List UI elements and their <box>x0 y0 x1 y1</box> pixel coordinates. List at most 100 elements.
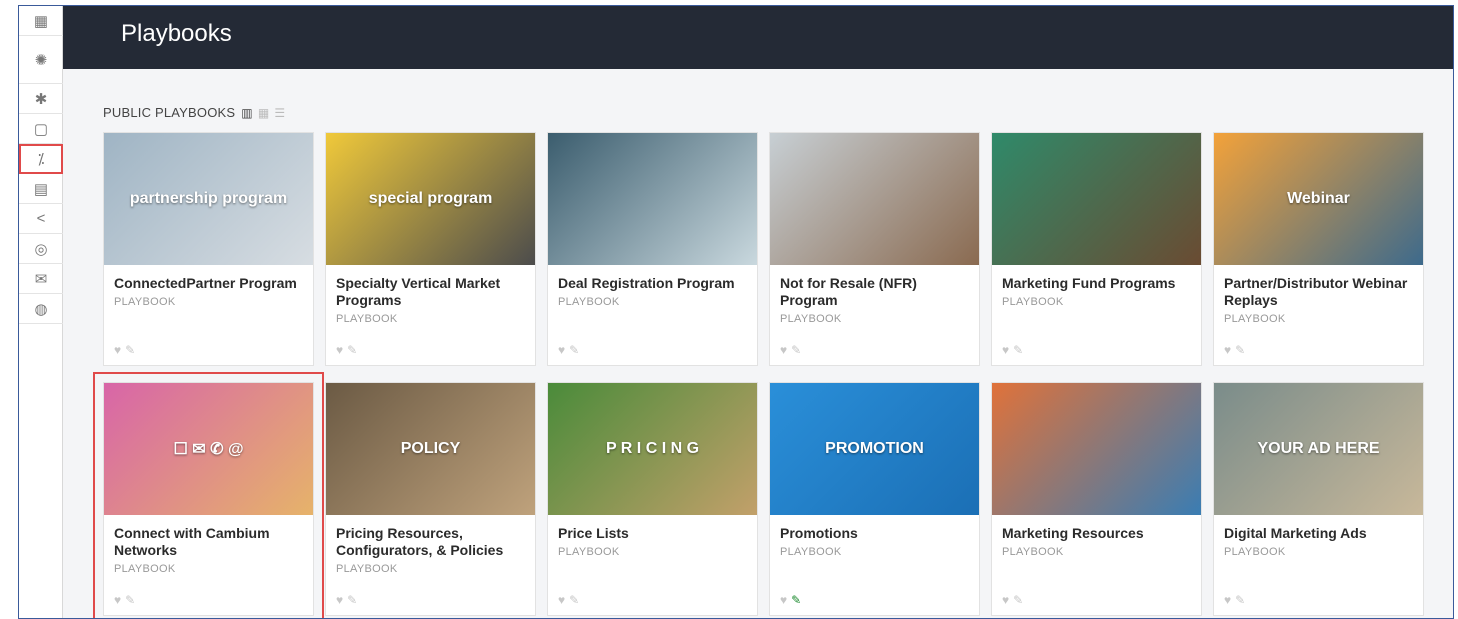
favorite-icon[interactable]: ♥ <box>1224 343 1231 357</box>
sidebar: ▦ ✺ ✱ ▢ ⁒ ▤ < ◎ ✉ ◍ <box>19 6 63 618</box>
sidebar-item-handshake[interactable]: ◎ <box>19 234 63 264</box>
playbook-title[interactable]: Marketing Fund Programs <box>1002 275 1175 291</box>
pin-icon[interactable]: ✎ <box>791 343 801 357</box>
sidebar-item-playbook[interactable]: ⁒ <box>19 144 63 174</box>
favorite-icon[interactable]: ♥ <box>336 343 343 357</box>
pin-icon[interactable]: ✎ <box>569 593 579 607</box>
playbook-card[interactable]: Not for Resale (NFR) Program PLAYBOOK ♥ ✎ <box>769 132 980 366</box>
playbook-card[interactable]: YOUR AD HERE Digital Marketing Ads PLAYBOO… <box>1213 382 1424 616</box>
playbook-title-block: Promotions PLAYBOOK <box>780 525 971 561</box>
playbook-type-label: PLAYBOOK <box>1002 546 1064 558</box>
playbook-title[interactable]: Deal Registration Program <box>558 275 735 291</box>
playbook-type-label: PLAYBOOK <box>780 546 842 558</box>
playbook-card[interactable]: Marketing Resources PLAYBOOK ♥ ✎ <box>991 382 1202 616</box>
playbook-title[interactable]: Price Lists <box>558 525 629 541</box>
playbook-card[interactable]: P R I C I N G Price Lists PLAYBOOK ♥ ✎ <box>547 382 758 616</box>
playbook-title[interactable]: Digital Marketing Ads <box>1224 525 1367 541</box>
card-actions: ♥ ✎ <box>1224 593 1245 607</box>
sidebar-item-chat[interactable]: ▢ <box>19 114 63 144</box>
playbook-title[interactable]: Not for Resale (NFR) Program <box>780 275 917 308</box>
calendar-icon: ▤ <box>33 180 49 198</box>
playbook-title[interactable]: Pricing Resources, Configurators, & Poli… <box>336 525 503 558</box>
playbook-thumbnail: ☐ ✉ ✆ @ <box>104 383 313 515</box>
playbook-type-label: PLAYBOOK <box>1002 296 1064 308</box>
playbook-grid: partnership program ConnectedPartner Prog… <box>93 132 1424 618</box>
favorite-icon[interactable]: ♥ <box>558 343 565 357</box>
pin-icon[interactable]: ✎ <box>791 593 801 607</box>
playbook-type-label: PLAYBOOK <box>336 313 398 325</box>
grid-view-icon[interactable]: ▦ <box>258 106 270 120</box>
playbook-card[interactable]: Deal Registration Program PLAYBOOK ♥ ✎ <box>547 132 758 366</box>
thumbnail-caption: Webinar <box>1287 190 1350 207</box>
playbook-title[interactable]: Promotions <box>780 525 858 541</box>
pin-icon[interactable]: ✎ <box>1013 343 1023 357</box>
sidebar-item-dashboard[interactable]: ▦ <box>19 6 63 36</box>
playbook-title-block: Marketing Fund Programs PLAYBOOK <box>1002 275 1193 311</box>
favorite-icon[interactable]: ♥ <box>780 593 787 607</box>
playbook-card[interactable]: special program Specialty Vertical Market… <box>325 132 536 366</box>
thumbnail-caption: YOUR AD HERE <box>1257 440 1380 457</box>
favorite-icon[interactable]: ♥ <box>1002 343 1009 357</box>
playbook-title[interactable]: Marketing Resources <box>1002 525 1144 541</box>
playbook-card[interactable]: partnership program ConnectedPartner Prog… <box>103 132 314 366</box>
sidebar-item-lightbulb[interactable]: ✱ <box>19 84 63 114</box>
pin-icon[interactable]: ✎ <box>1013 593 1023 607</box>
playbook-title-block: Deal Registration Program PLAYBOOK <box>558 275 749 311</box>
sidebar-item-calendar[interactable]: ▤ <box>19 174 63 204</box>
playbook-type-label: PLAYBOOK <box>558 296 620 308</box>
section-header: PUBLIC PLAYBOOKS ▥ ▦ ☰ <box>103 105 285 120</box>
sidebar-item-search-settings[interactable]: ◍ <box>19 294 63 324</box>
playbook-title[interactable]: Partner/Distributor Webinar Replays <box>1224 275 1407 308</box>
card-actions: ♥ ✎ <box>780 593 801 607</box>
playbook-title-block: Price Lists PLAYBOOK <box>558 525 749 561</box>
sidebar-item-share[interactable]: < <box>19 204 63 234</box>
favorite-icon[interactable]: ♥ <box>336 593 343 607</box>
thumbnail-caption: PROMOTION <box>825 440 924 457</box>
page-header: Playbooks <box>63 6 1453 69</box>
playbook-thumbnail <box>770 133 979 265</box>
playbook-thumbnail: special program <box>326 133 535 265</box>
playbook-card[interactable]: PROMOTION Promotions PLAYBOOK ♥ ✎ <box>769 382 980 616</box>
card-actions: ♥ ✎ <box>1002 593 1023 607</box>
favorite-icon[interactable]: ♥ <box>114 593 121 607</box>
playbook-type-label: PLAYBOOK <box>336 563 398 575</box>
sidebar-item-megaphone[interactable]: ✺ <box>19 36 63 84</box>
playbook-card[interactable]: Marketing Fund Programs PLAYBOOK ♥ ✎ <box>991 132 1202 366</box>
pin-icon[interactable]: ✎ <box>1235 593 1245 607</box>
pin-icon[interactable]: ✎ <box>125 593 135 607</box>
card-actions: ♥ ✎ <box>336 593 357 607</box>
pin-icon[interactable]: ✎ <box>125 343 135 357</box>
pin-icon[interactable]: ✎ <box>569 343 579 357</box>
handshake-icon: ◎ <box>34 240 48 258</box>
lightbulb-icon: ✱ <box>34 90 48 108</box>
playbook-title[interactable]: Specialty Vertical Market Programs <box>336 275 500 308</box>
column-view-icon[interactable]: ▥ <box>241 106 253 120</box>
megaphone-icon: ✺ <box>34 51 48 69</box>
list-view-icon[interactable]: ☰ <box>274 106 285 120</box>
playbook-title[interactable]: Connect with Cambium Networks <box>114 525 270 558</box>
playbook-thumbnail <box>992 383 1201 515</box>
sidebar-item-mail[interactable]: ✉ <box>19 264 63 294</box>
thumbnail-caption: ☐ ✉ ✆ @ <box>173 441 244 458</box>
card-actions: ♥ ✎ <box>1224 343 1245 357</box>
playbook-title[interactable]: ConnectedPartner Program <box>114 275 297 291</box>
playbook-card[interactable]: ☐ ✉ ✆ @ Connect with Cambium Networks PLAY… <box>93 372 324 618</box>
pin-icon[interactable]: ✎ <box>347 593 357 607</box>
playbook-title-block: Connect with Cambium Networks PLAYBOOK <box>114 525 305 578</box>
playbook-card[interactable]: POLICY Pricing Resources, Configurators, … <box>325 382 536 616</box>
favorite-icon[interactable]: ♥ <box>780 343 787 357</box>
thumbnail-caption: POLICY <box>400 440 461 457</box>
playbook-card[interactable]: Webinar Partner/Distributor Webinar Repla… <box>1213 132 1424 366</box>
section-title: PUBLIC PLAYBOOKS <box>103 105 236 120</box>
pin-icon[interactable]: ✎ <box>347 343 357 357</box>
chat-icon: ▢ <box>33 120 49 138</box>
pin-icon[interactable]: ✎ <box>1235 343 1245 357</box>
playbook-title-block: Digital Marketing Ads PLAYBOOK <box>1224 525 1415 561</box>
mail-icon: ✉ <box>34 270 48 288</box>
favorite-icon[interactable]: ♥ <box>1224 593 1231 607</box>
favorite-icon[interactable]: ♥ <box>1002 593 1009 607</box>
view-toggle: ▥ ▦ ☰ <box>241 106 285 120</box>
search-settings-icon: ◍ <box>34 300 48 318</box>
favorite-icon[interactable]: ♥ <box>114 343 121 357</box>
favorite-icon[interactable]: ♥ <box>558 593 565 607</box>
